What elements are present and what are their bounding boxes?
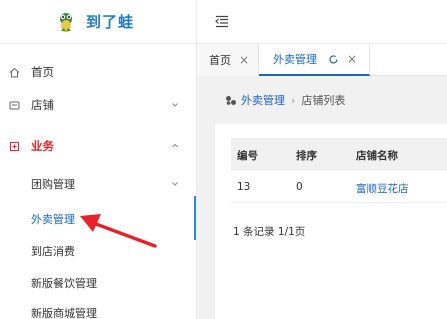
app-root: 到了蛙 首页 店铺 业务 团购管理 外卖管理 到店消费 新版餐饮管理 新版商城管…: [0, 0, 447, 319]
annotation-arrow: [80, 214, 157, 248]
